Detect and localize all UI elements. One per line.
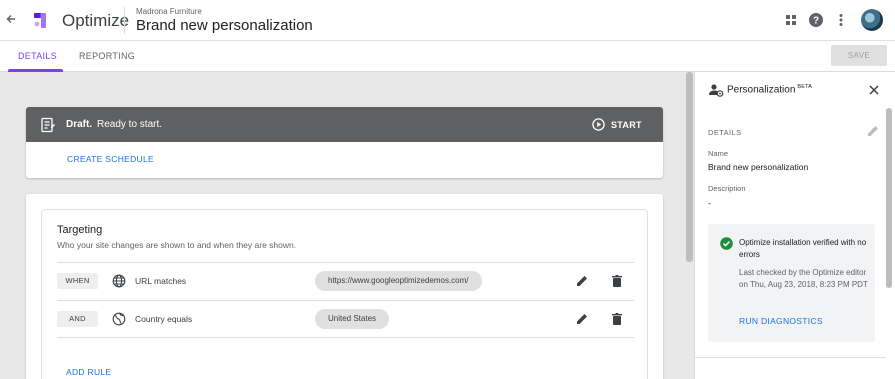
help-icon[interactable]: ? — [808, 12, 824, 28]
targeting-subtitle: Who your site changes are shown to and w… — [57, 240, 297, 250]
active-tab-indicator — [8, 69, 63, 72]
run-diagnostics-button[interactable]: RUN DIAGNOSTICS — [739, 316, 823, 326]
description-value: - — [708, 198, 711, 208]
name-label: Name — [708, 149, 729, 158]
rule-value-chip[interactable]: United States — [315, 309, 390, 329]
status-bar: Draft. Ready to start. START — [26, 107, 663, 142]
verify-title: Optimize installation verified with no e… — [739, 238, 867, 259]
panel-title-text: Personalization — [727, 84, 796, 96]
optimize-logo-icon — [32, 10, 52, 30]
page-title: Brand new personalization — [136, 17, 313, 34]
edit-icon[interactable] — [575, 274, 589, 288]
check-circle-icon — [720, 237, 733, 250]
header-divider — [124, 7, 125, 34]
close-icon[interactable] — [867, 83, 881, 97]
start-button[interactable]: START — [592, 117, 642, 132]
add-rule-button[interactable]: ADD RULE — [66, 367, 111, 377]
more-vert-icon[interactable] — [833, 12, 849, 28]
beta-badge: BETA — [797, 84, 813, 90]
tab-bar: DETAILS REPORTING SAVE — [0, 41, 895, 72]
avatar[interactable] — [861, 9, 883, 31]
status-card: Draft. Ready to start. START CREATE SCHE… — [26, 107, 663, 178]
rule-label: URL matches — [135, 276, 187, 286]
details-panel: Personalization BETA DETAILS Name Brand n… — [694, 72, 895, 379]
globe-icon — [112, 274, 126, 288]
delete-icon[interactable] — [610, 274, 624, 288]
draft-document-icon — [40, 117, 56, 133]
details-section-label: DETAILS — [708, 128, 742, 137]
status-state: Draft. — [66, 119, 93, 130]
app-title: Optimize — [62, 11, 130, 30]
name-value: Brand new personalization — [708, 162, 809, 172]
main-scrollbar[interactable] — [686, 72, 693, 262]
verify-detail: Last checked by the Optimize editor on T… — [739, 268, 868, 289]
play-circle-icon — [592, 118, 605, 131]
rule-value-chip[interactable]: https://www.googleoptimizedemos.com/ — [315, 271, 482, 291]
start-label: START — [611, 119, 642, 130]
edit-icon[interactable] — [575, 312, 589, 326]
divider — [695, 357, 886, 358]
panel-header: Personalization BETA — [695, 72, 895, 108]
rule-operator-chip: WHEN — [57, 273, 98, 289]
tab-details[interactable]: DETAILS — [18, 51, 57, 61]
apps-grid-icon[interactable] — [783, 12, 799, 28]
status-message: Ready to start. — [97, 119, 163, 130]
svg-text:?: ? — [813, 16, 819, 27]
panel-title: Personalization BETA — [727, 84, 812, 95]
tab-reporting[interactable]: REPORTING — [79, 51, 135, 61]
installation-status-box: Optimize installation verified with no e… — [708, 224, 875, 342]
edit-details-icon[interactable] — [866, 124, 880, 138]
personalization-icon — [708, 82, 724, 98]
targeting-section: Targeting Who your site changes are show… — [26, 194, 663, 379]
targeting-rule-row: WHEN URL matches https://www.googleoptim… — [57, 262, 634, 300]
app-header: Optimize Madrona Furniture Brand new per… — [0, 0, 895, 41]
targeting-rule-row: AND Country equals United States — [57, 300, 634, 338]
panel-scrollbar[interactable] — [886, 108, 892, 288]
create-schedule-link[interactable]: CREATE SCHEDULE — [67, 154, 154, 164]
targeting-card: Targeting Who your site changes are show… — [41, 209, 648, 379]
account-name[interactable]: Madrona Furniture — [136, 7, 202, 16]
rule-operator-chip: AND — [57, 311, 98, 327]
rule-label: Country equals — [135, 314, 193, 324]
description-label: Description — [708, 184, 746, 193]
arrow-back-icon[interactable] — [3, 11, 19, 29]
save-button[interactable]: SAVE — [831, 45, 887, 66]
delete-icon[interactable] — [610, 312, 624, 326]
geo-icon — [112, 312, 126, 326]
targeting-title: Targeting — [57, 224, 103, 236]
